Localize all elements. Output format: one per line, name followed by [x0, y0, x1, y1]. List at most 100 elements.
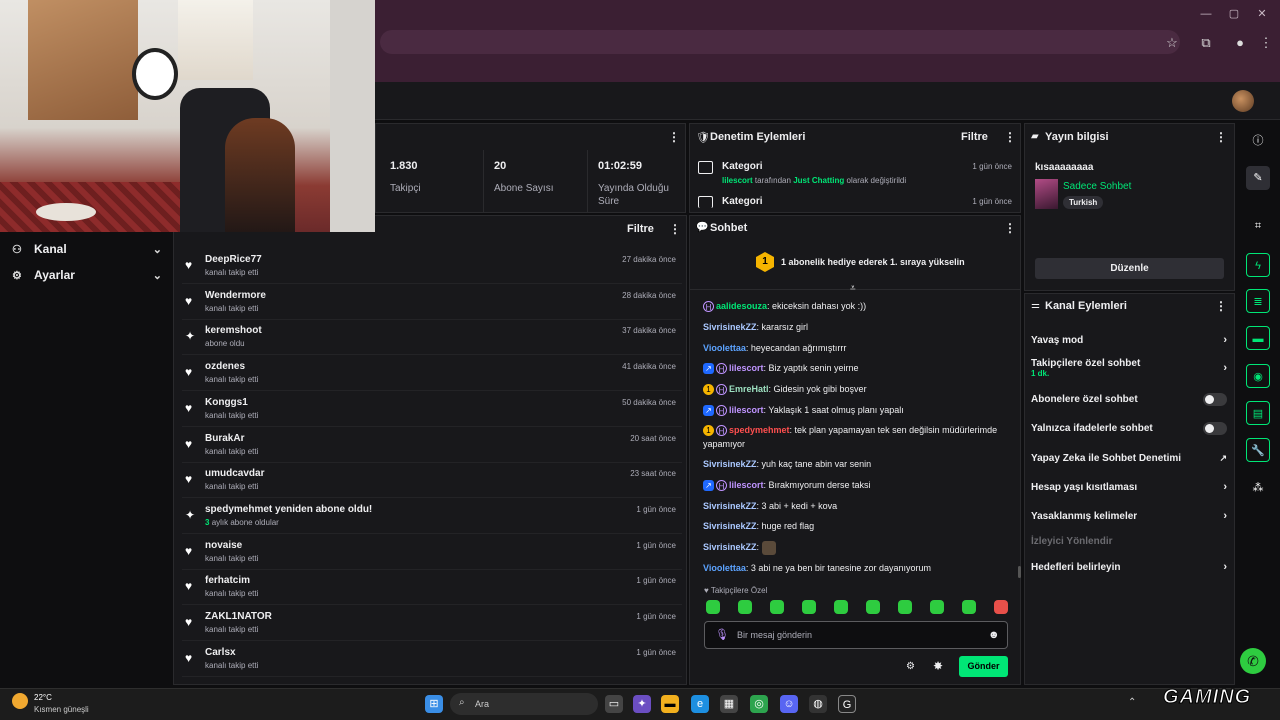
h-badge-icon[interactable]: H — [716, 363, 727, 375]
h-badge-icon[interactable]: H — [716, 425, 727, 437]
emote-icon[interactable] — [898, 600, 912, 614]
chat-username[interactable]: lilescort — [729, 405, 764, 415]
activity-item[interactable]: ♥ ozdenes kanalı takip etti 41 dakika önce — [182, 357, 682, 392]
edge-icon[interactable]: e — [691, 695, 709, 713]
stream-info-menu-icon[interactable]: ⋮ — [1215, 130, 1227, 144]
activity-name[interactable]: Konggs1 — [205, 397, 248, 408]
channel-action-item[interactable]: Abonelere özel sohbet — [1031, 389, 1227, 409]
pencil-icon[interactable]: ✎ — [1246, 166, 1270, 190]
collapse-icon[interactable]: ⩡ — [850, 283, 856, 294]
tray-chevron-icon[interactable]: ⌃ — [1128, 697, 1136, 708]
subscriber-badge-icon[interactable]: ↗ — [703, 405, 714, 417]
chat-icon[interactable]: ▬ — [1246, 326, 1270, 350]
chat-settings-icon[interactable]: ⚙ — [906, 661, 915, 672]
activity-item[interactable]: ♥ novaise kanalı takip etti 1 gün önce — [182, 536, 682, 570]
restore-icon[interactable]: ▢ — [1226, 6, 1242, 22]
file-explorer-icon[interactable]: ▬ — [661, 695, 679, 713]
subscriber-badge-icon[interactable]: ↗ — [703, 480, 714, 492]
chat-scrollbar[interactable] — [1018, 566, 1021, 578]
toggle-switch[interactable] — [1203, 392, 1227, 406]
activity-item[interactable]: ♥ ZAKL1NATOR kanalı takip etti 1 gün önce — [182, 607, 682, 641]
chat-username[interactable]: aalidesouza — [716, 301, 767, 311]
activity-name[interactable]: ferhatcim — [205, 575, 250, 586]
activity-item[interactable]: ♥ umudcavdar kanalı takip etti 23 saat önce — [182, 464, 682, 499]
info-circle-icon[interactable]: ⓘ — [1246, 129, 1270, 153]
store-icon[interactable]: ▦ — [720, 695, 738, 713]
activity-name[interactable]: Carlsx — [205, 647, 236, 658]
chrome-icon[interactable]: ◎ — [750, 695, 768, 713]
crop-icon[interactable]: ⌗ — [1246, 214, 1270, 238]
sidebar-item-kanal[interactable]: ⚇ Kanal ⌄ — [12, 238, 162, 260]
activity-item[interactable]: ♥ DeepRice77 kanalı takip etti 27 dakika ön… — [182, 250, 682, 284]
channel-action-item[interactable]: Takipçilere özel sohbet 1 dk. › — [1031, 358, 1227, 378]
activity-item[interactable]: ♥ Wendermore kanalı takip etti 28 dakika ön… — [182, 286, 682, 320]
chat-username[interactable]: Vioolettaa — [703, 343, 746, 353]
chat-username[interactable]: Vioolettaa — [703, 563, 746, 573]
activity-name[interactable]: Wendermore — [205, 290, 266, 301]
mod-user[interactable]: lilescort — [722, 176, 753, 185]
emote-icon[interactable] — [994, 600, 1008, 614]
activity-name[interactable]: DeepRice77 — [205, 254, 262, 265]
weather-icon[interactable] — [12, 693, 28, 709]
broadcast-icon[interactable]: ◉ — [1246, 364, 1270, 388]
bookmark-star-icon[interactable]: ☆ — [1163, 34, 1181, 52]
avatar[interactable] — [1232, 90, 1254, 112]
emote-icon[interactable] — [770, 600, 784, 614]
send-button[interactable]: Gönder — [959, 656, 1008, 677]
discord-icon[interactable]: ☺ — [780, 695, 798, 713]
activity-name[interactable]: spedymehmet yeniden abone oldu! — [205, 504, 372, 515]
stream-tag[interactable]: Turkish — [1063, 196, 1104, 209]
activity-item[interactable]: ♥ ferhatcim kanalı takip etti 1 gün önce — [182, 571, 682, 606]
extensions-icon[interactable]: ⧉ — [1197, 34, 1215, 52]
emote-icon[interactable] — [738, 600, 752, 614]
gift-badge-icon[interactable]: 1 — [703, 425, 714, 437]
activity-name[interactable]: novaise — [205, 540, 242, 551]
lightning-icon[interactable]: ϟ — [1246, 253, 1270, 277]
emote-icon[interactable] — [834, 600, 848, 614]
activity-name[interactable]: BurakAr — [205, 433, 244, 444]
profile-icon[interactable]: ● — [1231, 34, 1249, 52]
subscriber-badge-icon[interactable]: ↗ — [703, 363, 714, 375]
moderation-menu-icon[interactable]: ⋮ — [1004, 130, 1016, 144]
gift-badge-icon[interactable]: 1 — [703, 384, 714, 396]
channel-action-item[interactable]: Hedefleri belirleyin › — [1031, 557, 1227, 577]
activity-menu-icon[interactable]: ⋮ — [669, 222, 681, 236]
stats-menu-icon[interactable]: ⋮ — [668, 130, 680, 144]
chat-username[interactable]: SivrisinekZZ — [703, 542, 757, 552]
chat-username[interactable]: SivrisinekZZ — [703, 459, 757, 469]
channel-action-item[interactable]: Yavaş mod › — [1031, 330, 1227, 350]
emoji-icon[interactable]: ☻ — [988, 629, 1000, 641]
sidebar-item-ayarlar[interactable]: ⚙ Ayarlar ⌄ — [12, 264, 162, 286]
chat-username[interactable]: SivrisinekZZ — [703, 501, 757, 511]
activity-item[interactable]: ♥ BurakAr kanalı takip etti 20 saat önce — [182, 429, 682, 463]
h-badge-icon[interactable]: H — [703, 301, 714, 313]
menu-icon[interactable]: ⋮ — [1257, 34, 1275, 52]
channel-action-item[interactable]: Yapay Zeka ile Sohbet Denetimi ↗ — [1031, 448, 1227, 468]
wrench-icon[interactable]: 🔧 — [1246, 438, 1270, 462]
stream-category[interactable]: Sadece Sohbet — [1063, 181, 1131, 192]
emote-icon[interactable] — [706, 600, 720, 614]
emote-icon[interactable] — [761, 540, 776, 555]
app-g-icon[interactable]: G — [838, 695, 856, 713]
chat-badge-icon[interactable]: ✸ — [933, 659, 943, 673]
emote-icon[interactable] — [866, 600, 880, 614]
chat-username[interactable]: EmreHatl — [729, 384, 769, 394]
channel-action-item[interactable]: Yalnızca ifadelerle sohbet — [1031, 418, 1227, 438]
activity-name[interactable]: umudcavdar — [205, 468, 264, 479]
activity-item[interactable]: ✦ keremshoot abone oldu 37 dakika önce — [182, 321, 682, 356]
activity-item[interactable]: ♥ Carlsx kanalı takip etti 1 gün önce — [182, 643, 682, 677]
chat-username[interactable]: spedymehmet — [729, 425, 790, 435]
activity-name[interactable]: ozdenes — [205, 361, 245, 372]
windows-start-icon[interactable]: ⊞ — [425, 695, 443, 713]
h-badge-icon[interactable]: H — [716, 384, 727, 396]
activity-filter-button[interactable]: Filtre — [627, 223, 654, 235]
channel-actions-menu-icon[interactable]: ⋮ — [1215, 299, 1227, 313]
channel-action-item[interactable]: Hesap yaşı kısıtlaması › — [1031, 477, 1227, 497]
emote-icon[interactable] — [930, 600, 944, 614]
h-badge-icon[interactable]: H — [716, 480, 727, 492]
chat-username[interactable]: lilescort — [729, 480, 764, 490]
address-bar[interactable] — [380, 30, 1180, 54]
activity-name[interactable]: ZAKL1NATOR — [205, 611, 272, 622]
layers-icon[interactable]: ▤ — [1246, 401, 1270, 425]
copilot-icon[interactable]: ✦ — [633, 695, 651, 713]
